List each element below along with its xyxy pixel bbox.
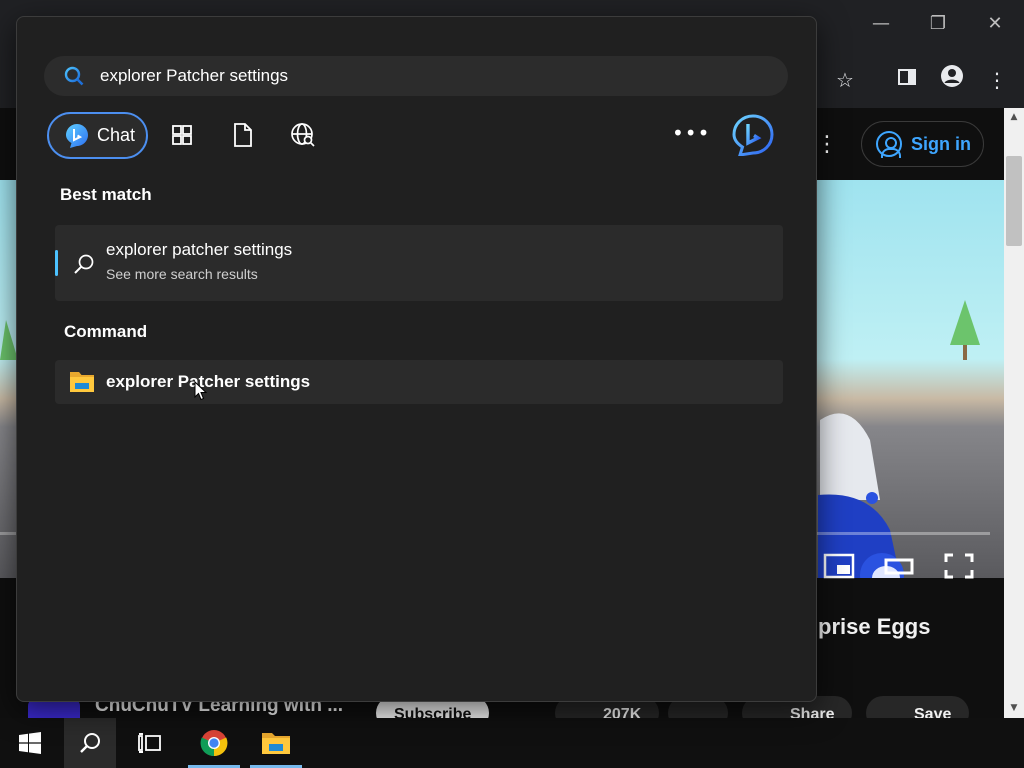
- video-title: prise Eggs: [818, 614, 931, 639]
- chrome-menu-icon[interactable]: ⋮: [981, 64, 1013, 96]
- best-match-result[interactable]: explorer patcher settings See more searc…: [55, 225, 783, 301]
- taskbar-chrome[interactable]: [188, 718, 240, 768]
- minimize-icon[interactable]: —: [866, 8, 896, 40]
- apps-scope-button[interactable]: [166, 118, 198, 152]
- task-view-icon: [138, 733, 161, 753]
- scroll-up-icon[interactable]: ▲: [1004, 108, 1024, 126]
- documents-scope-button[interactable]: [227, 118, 259, 152]
- best-match-heading: Best match: [60, 185, 152, 204]
- youtube-more-icon[interactable]: ⋮: [816, 131, 838, 159]
- profile-icon[interactable]: [936, 64, 968, 96]
- bing-button[interactable]: [732, 114, 774, 157]
- search-input[interactable]: [100, 66, 740, 86]
- sign-in-button[interactable]: Sign in: [861, 121, 984, 167]
- chat-label: Chat: [97, 125, 136, 145]
- web-scope-button[interactable]: [287, 118, 319, 152]
- bing-chat-icon: [66, 123, 88, 148]
- scrollbar-thumb[interactable]: [1006, 156, 1022, 246]
- best-match-title: explorer patcher settings: [106, 240, 293, 259]
- fullscreen-icon[interactable]: [943, 552, 975, 580]
- account-icon: [876, 131, 902, 158]
- more-options-icon[interactable]: •••: [672, 118, 709, 152]
- theater-mode-icon[interactable]: [883, 552, 915, 580]
- search-icon: [64, 66, 84, 86]
- windows-logo-icon: [19, 732, 41, 754]
- bing-logo-icon: [732, 114, 774, 157]
- document-icon: [234, 123, 252, 147]
- chat-scope-button[interactable]: Chat: [47, 112, 148, 159]
- web-search-icon: [291, 123, 315, 147]
- close-window-icon[interactable]: ✕: [980, 8, 1010, 40]
- best-match-subtitle: See more search results: [106, 266, 258, 282]
- video-frame-trees: [950, 300, 980, 360]
- taskbar-search-button[interactable]: [64, 718, 116, 768]
- restore-icon[interactable]: ❐: [923, 8, 953, 40]
- miniplayer-icon[interactable]: [823, 552, 855, 580]
- search-box[interactable]: [44, 56, 788, 96]
- task-view-button[interactable]: [124, 718, 176, 768]
- bookmark-star-icon[interactable]: ☆: [829, 64, 861, 96]
- chrome-icon: [200, 730, 228, 757]
- mouse-cursor-icon: [194, 381, 208, 401]
- scroll-down-icon[interactable]: ▼: [1004, 699, 1024, 717]
- sign-in-label: Sign in: [911, 133, 971, 154]
- apps-grid-icon: [172, 125, 192, 145]
- command-heading: Command: [64, 322, 148, 341]
- search-icon: [80, 733, 100, 753]
- start-button[interactable]: [4, 718, 56, 768]
- taskbar-file-explorer[interactable]: [250, 718, 302, 768]
- folder-icon: [70, 372, 94, 392]
- command-title: explorer Patcher settings: [106, 372, 311, 391]
- search-icon: [74, 254, 94, 274]
- side-panel-icon[interactable]: [891, 64, 923, 96]
- folder-icon: [262, 733, 290, 754]
- command-result[interactable]: explorer Patcher settings: [55, 360, 783, 404]
- selection-accent: [55, 250, 58, 276]
